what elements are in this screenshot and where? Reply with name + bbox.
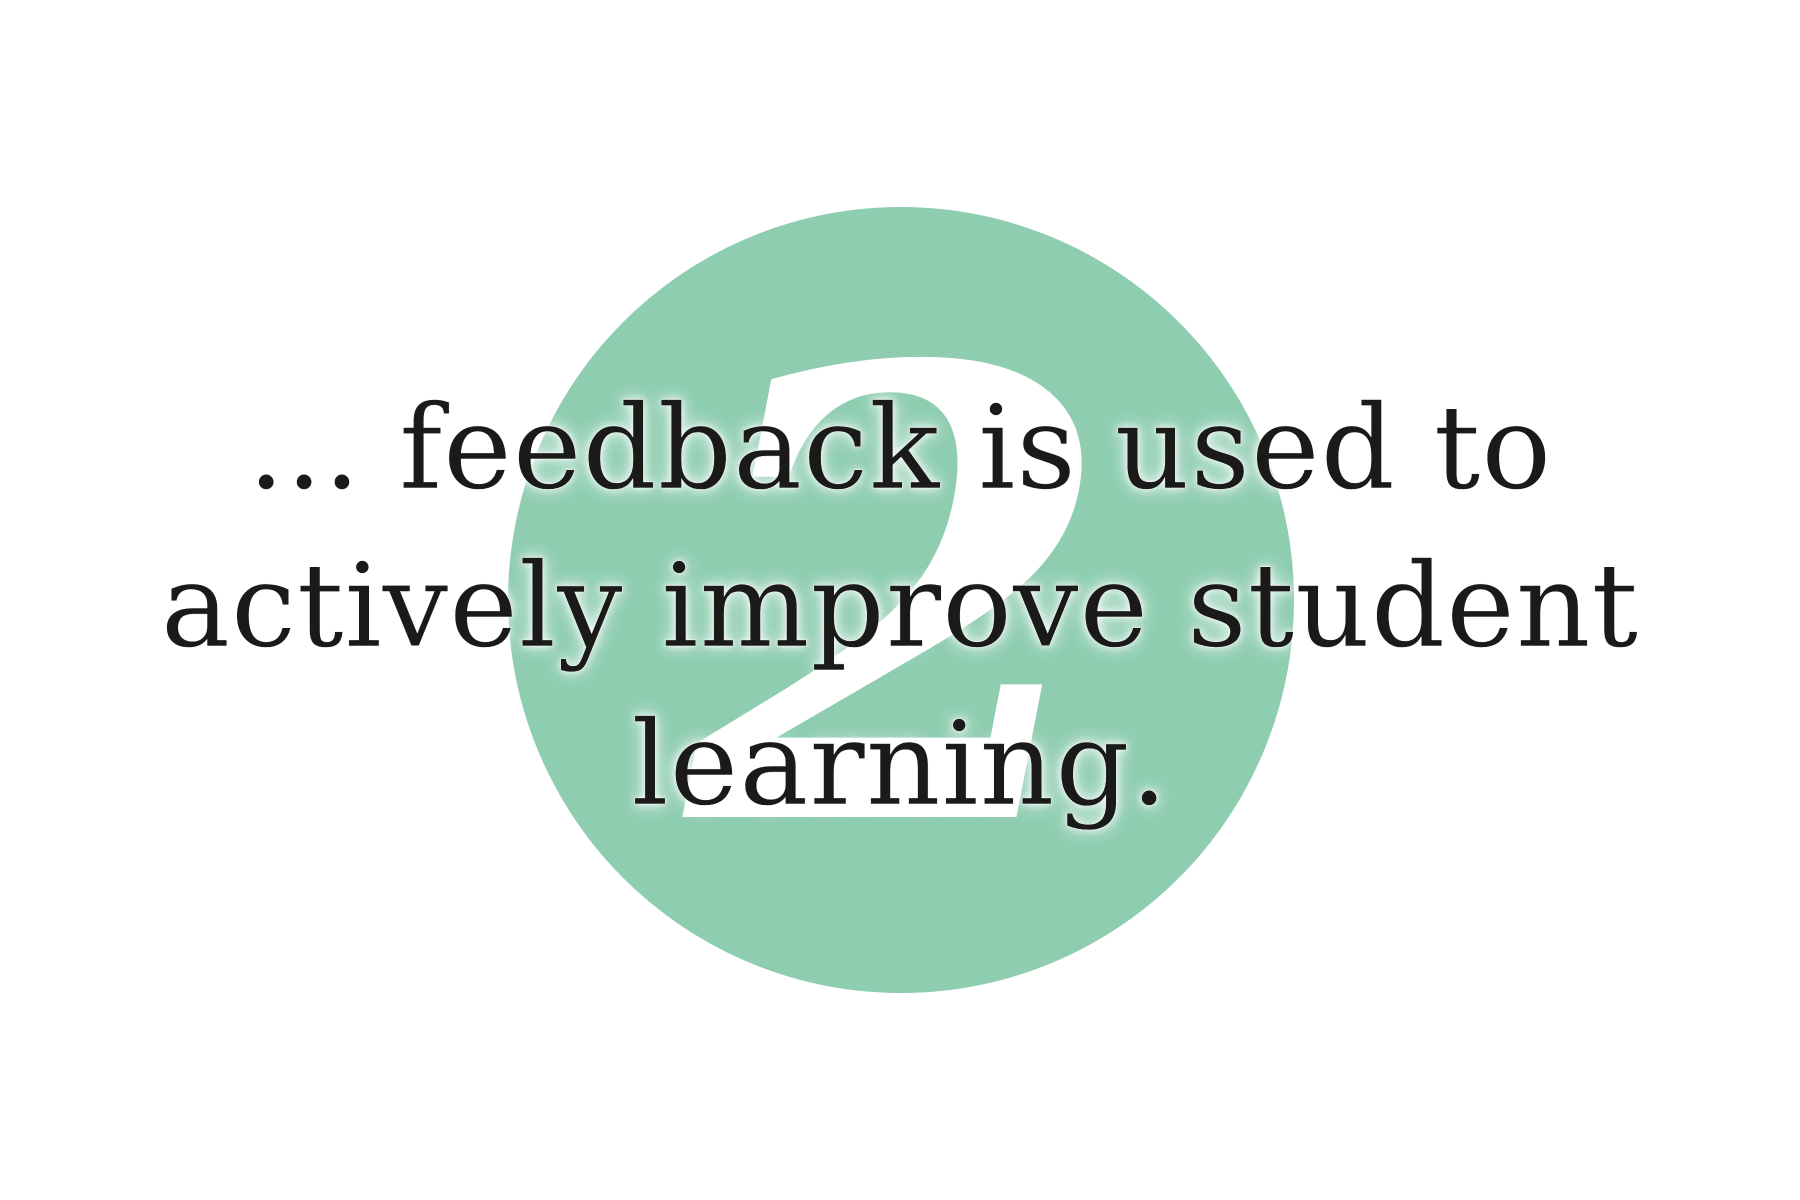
statement-line-1: ... feedback is used to (247, 381, 1553, 516)
slide-canvas: 2 ... feedback is used to actively impro… (0, 0, 1800, 1200)
statement-line-3: learning. (631, 697, 1169, 832)
statement-text: ... feedback is used to actively improve… (0, 370, 1800, 844)
statement-line-2: actively improve student (160, 539, 1640, 674)
